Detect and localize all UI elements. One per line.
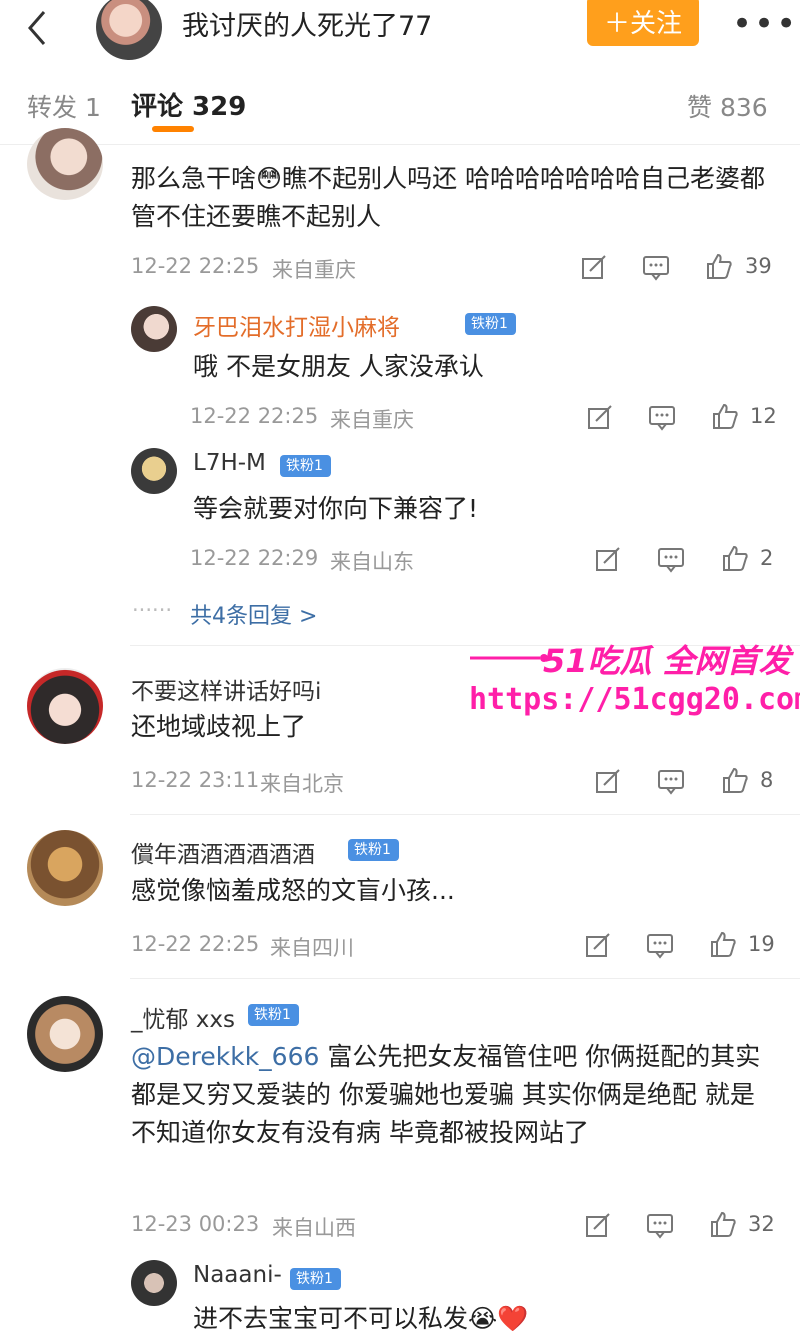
tab-bar: 转发 1 评论 329 赞 836 [0, 62, 800, 145]
divider [130, 814, 800, 815]
tab-likes[interactable]: 赞 836 [687, 88, 768, 124]
tab-comments[interactable]: 评论 329 [131, 86, 246, 123]
reply-text: 等会就要对你向下兼容了! [193, 494, 479, 523]
comment-location: 来自四川 [270, 936, 354, 960]
comment-icon[interactable] [657, 545, 685, 573]
reply-location: 来自山东 [330, 550, 414, 574]
top-bar: 我讨厌的人死光了77 ＋关注 ••• [0, 0, 800, 62]
watermark-stripe [470, 654, 548, 662]
dotted-lead: ······ [132, 598, 173, 622]
comment-text: 还地域歧视上了 [131, 712, 307, 741]
reply-location: 来自重庆 [330, 408, 414, 432]
reply-username[interactable]: Naaani- [193, 1262, 282, 1288]
share-icon[interactable] [594, 767, 622, 795]
reply-username[interactable]: 牙巴泪水打湿小麻将 [193, 308, 400, 342]
like-count: 32 [748, 1212, 775, 1236]
comment-location: 来自北京 [260, 772, 344, 796]
like-count: 39 [745, 254, 772, 278]
avatar[interactable] [131, 1260, 177, 1306]
divider [130, 978, 800, 979]
avatar[interactable] [131, 448, 177, 494]
like-icon[interactable] [711, 402, 739, 430]
share-icon[interactable] [584, 1211, 612, 1239]
like-icon[interactable] [709, 930, 737, 958]
avatar[interactable] [27, 128, 103, 200]
fan-badge: 铁粉1 [248, 1004, 299, 1026]
share-icon[interactable] [586, 403, 614, 431]
share-icon[interactable] [580, 253, 608, 281]
more-replies-link[interactable]: 共4条回复 > [190, 598, 317, 630]
reply-username[interactable]: L7H-M [193, 450, 266, 476]
more-dots-icon[interactable]: ••• [732, 4, 798, 44]
follow-button[interactable]: ＋关注 [587, 0, 699, 46]
comment-text: 那么急干啥😳瞧不起别人吗还 哈哈哈哈哈哈哈自己老婆都管不住还要瞧不起别人 [131, 164, 766, 231]
like-icon[interactable] [709, 1210, 737, 1238]
watermark-url: https://51cgg20.com [469, 682, 800, 717]
comment-time: 12-22 22:25 [131, 932, 260, 956]
reply-time: 12-22 22:29 [190, 546, 319, 570]
fan-badge: 铁粉1 [290, 1268, 341, 1290]
like-icon[interactable] [721, 766, 749, 794]
author-avatar[interactable] [96, 0, 162, 60]
commenter-name[interactable]: _忧郁 xxs [131, 1000, 235, 1034]
like-count: 19 [748, 932, 775, 956]
avatar[interactable] [131, 306, 177, 352]
watermark-text: 51吃瓜 全网首发 [543, 642, 791, 680]
like-count: 8 [760, 768, 774, 792]
fan-badge: 铁粉1 [465, 313, 516, 335]
reply-text: 进不去宝宝可不可以私发😭❤️ [193, 1304, 529, 1333]
avatar[interactable] [27, 996, 103, 1072]
comment-text: @Derekkk_666 富公先把女友福管住吧 你俩挺配的其实 都是又穷又爱装的… [131, 1038, 771, 1152]
avatar[interactable] [27, 668, 103, 744]
comment-icon[interactable] [642, 253, 670, 281]
fan-badge: 铁粉1 [348, 839, 399, 861]
like-count: 2 [760, 546, 774, 570]
comment-time: 12-23 00:23 [131, 1212, 260, 1236]
share-icon[interactable] [584, 931, 612, 959]
comment-icon[interactable] [646, 931, 674, 959]
like-icon[interactable] [705, 252, 733, 280]
avatar[interactable] [27, 830, 103, 906]
comment-location: 来自山西 [272, 1216, 356, 1240]
like-count: 12 [750, 404, 777, 428]
back-icon[interactable] [18, 8, 58, 48]
comment-icon[interactable] [648, 403, 676, 431]
comment-text: 感觉像恼羞成怒的文盲小孩... [131, 876, 455, 905]
commenter-name[interactable]: 不要这样讲话好吗i [131, 672, 321, 706]
share-icon[interactable] [594, 545, 622, 573]
tab-active-indicator [152, 126, 194, 132]
comment-icon[interactable] [646, 1211, 674, 1239]
tab-repost[interactable]: 转发 1 [27, 88, 101, 124]
comment-icon[interactable] [657, 767, 685, 795]
mention-link[interactable]: @Derekkk_666 [131, 1042, 319, 1071]
like-icon[interactable] [721, 544, 749, 572]
reply-time: 12-22 22:25 [190, 404, 319, 428]
comment-time: 12-22 23:11 [131, 768, 260, 792]
comment-time: 12-22 22:25 [131, 254, 260, 278]
comment-location: 来自重庆 [272, 258, 356, 282]
commenter-name[interactable]: 償年酒酒酒酒酒酒 [131, 835, 315, 869]
fan-badge: 铁粉1 [280, 455, 331, 477]
reply-text: 哦 不是女朋友 人家没承认 [193, 352, 484, 381]
page-title: 我讨厌的人死光了77 [182, 11, 433, 42]
